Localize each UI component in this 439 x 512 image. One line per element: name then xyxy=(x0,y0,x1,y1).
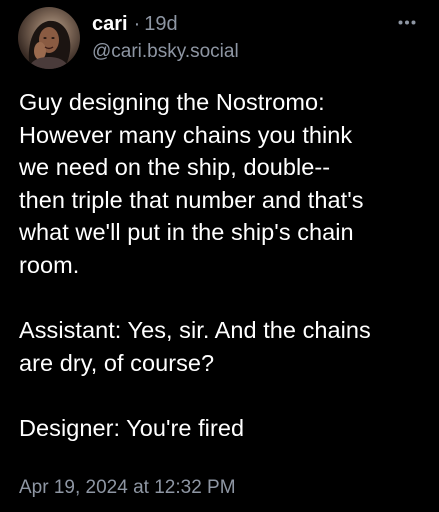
post-text: Guy designing the Nostromo: However many… xyxy=(19,89,371,441)
author-row: cari · 19d xyxy=(92,12,178,36)
avatar-image xyxy=(28,20,71,69)
more-horizontal-icon xyxy=(398,20,416,24)
author-display-name[interactable]: cari xyxy=(92,13,128,35)
author-handle[interactable]: @cari.bsky.social xyxy=(92,41,239,63)
post-timestamp[interactable]: Apr 19, 2024 at 12:32 PM xyxy=(19,476,236,500)
post: cari · 19d @cari.bsky.social Guy designing… xyxy=(0,0,439,512)
avatar[interactable] xyxy=(18,7,80,69)
more-options-button[interactable] xyxy=(394,12,420,32)
post-age[interactable]: 19d xyxy=(144,13,177,35)
meta-separator: · xyxy=(133,13,141,35)
